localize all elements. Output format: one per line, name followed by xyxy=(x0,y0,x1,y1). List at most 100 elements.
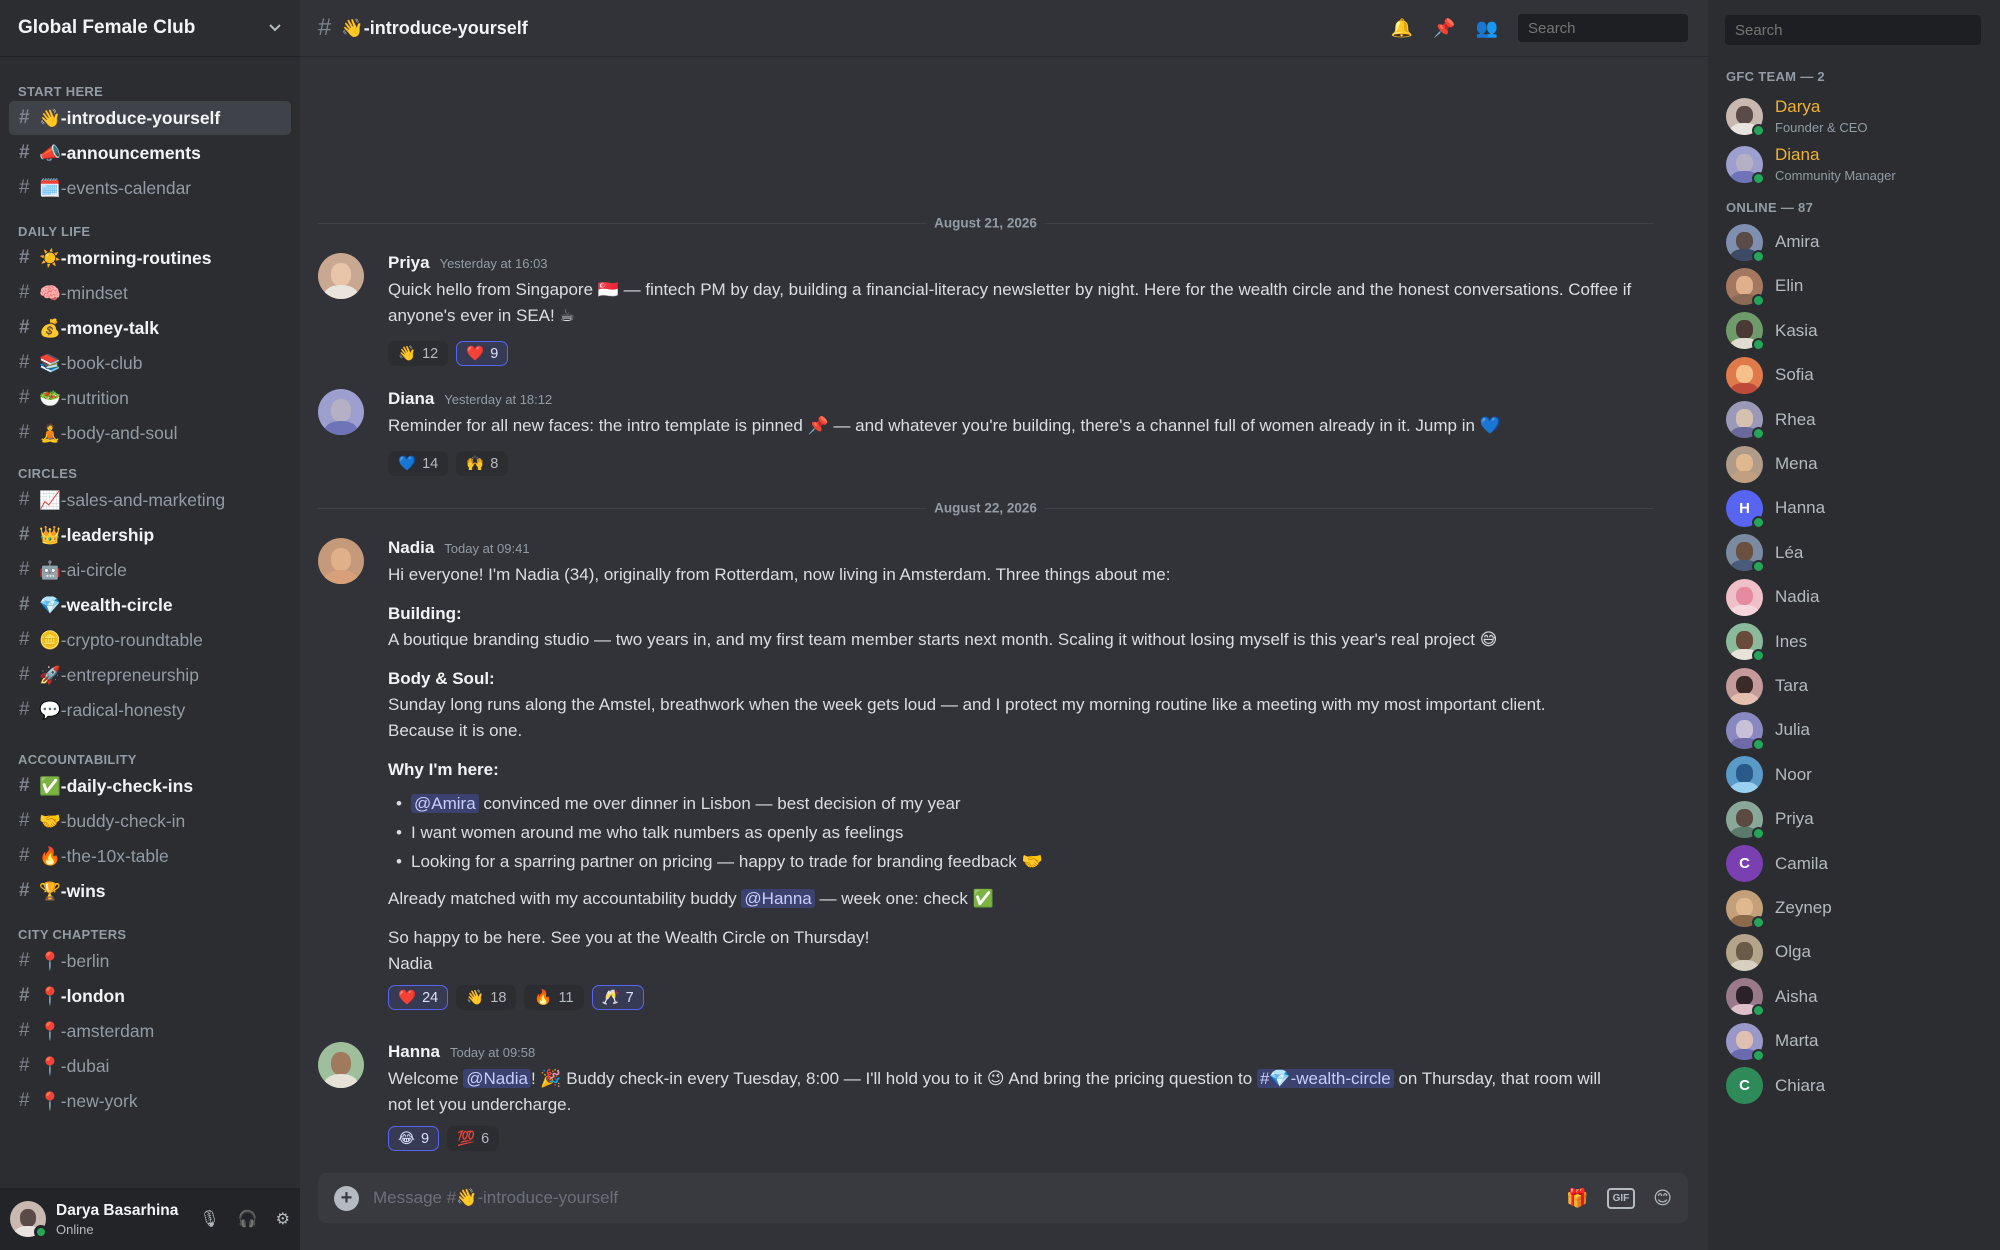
microphone-icon[interactable]: 🎙 xyxy=(199,1209,219,1229)
member-item[interactable]: C Camila xyxy=(1726,844,1828,884)
reaction-button[interactable]: 🥂 7 xyxy=(591,985,644,1010)
message-author[interactable]: Hanna xyxy=(388,1042,440,1062)
channel-item[interactable]: # 🧘-body-and-soul xyxy=(9,416,291,450)
channel-item[interactable]: # 🚀-entrepreneurship xyxy=(9,658,291,692)
channel-item[interactable]: # 👋-introduce-yourself xyxy=(9,101,291,135)
channel-item[interactable]: # 👑-leadership xyxy=(9,518,291,552)
avatar[interactable] xyxy=(1726,267,1765,307)
member-item[interactable]: Diana Community Manager xyxy=(1726,141,1896,187)
avatar[interactable] xyxy=(1726,445,1763,483)
gif-icon[interactable]: GIF xyxy=(1606,1187,1636,1209)
reaction-button[interactable]: 🔥 11 xyxy=(524,985,584,1010)
category-label[interactable]: CIRCLES xyxy=(18,466,77,481)
channel-mention[interactable]: #💎-wealth-circle xyxy=(1256,1069,1394,1088)
channel-item[interactable]: # 📍-berlin xyxy=(9,944,291,978)
member-item[interactable]: Sofia xyxy=(1726,355,1814,395)
member-item[interactable]: Rhea xyxy=(1726,400,1816,441)
avatar[interactable]: C xyxy=(1726,1067,1763,1105)
user-mention[interactable]: @Amira xyxy=(411,794,479,813)
avatar[interactable] xyxy=(1726,356,1763,394)
avatar[interactable] xyxy=(318,389,364,435)
channel-item[interactable]: # 💬-radical-honesty xyxy=(9,693,291,727)
channel-item[interactable]: # 🧠-mindset xyxy=(9,276,291,310)
reaction-button[interactable]: 😂 9 xyxy=(388,1126,440,1151)
avatar[interactable] xyxy=(1726,145,1765,185)
member-item[interactable]: Priya xyxy=(1726,799,1814,840)
member-item[interactable]: Darya Founder & CEO xyxy=(1726,93,1868,139)
reaction-button[interactable]: 💯 6 xyxy=(447,1126,500,1151)
member-item[interactable]: Ines xyxy=(1726,622,1807,663)
reaction-button[interactable]: ❤️ 24 xyxy=(388,985,449,1010)
avatar[interactable] xyxy=(318,538,364,584)
message-author[interactable]: Priya xyxy=(388,253,430,273)
channel-item[interactable]: # 🥗-nutrition xyxy=(9,381,291,415)
channel-item[interactable]: # 📣-announcements xyxy=(9,136,291,170)
search-input[interactable] xyxy=(1518,14,1688,42)
member-item[interactable]: Marta xyxy=(1726,1021,1818,1062)
member-item[interactable]: Noor xyxy=(1726,755,1812,795)
avatar[interactable] xyxy=(1726,312,1765,352)
avatar[interactable] xyxy=(1726,933,1763,971)
gear-icon[interactable]: ⚙ xyxy=(276,1209,290,1229)
member-item[interactable]: C Chiara xyxy=(1726,1066,1825,1106)
avatar[interactable] xyxy=(1726,889,1765,929)
message-input[interactable] xyxy=(373,1188,1549,1208)
avatar[interactable]: C xyxy=(1726,845,1763,883)
reaction-button[interactable]: 👋 18 xyxy=(456,985,517,1010)
avatar[interactable] xyxy=(10,1201,48,1239)
member-item[interactable]: Aisha xyxy=(1726,977,1818,1018)
user-mention[interactable]: @Nadia xyxy=(463,1069,531,1088)
avatar[interactable] xyxy=(318,1042,364,1088)
member-item[interactable]: Amira xyxy=(1726,222,1819,263)
member-item[interactable]: Olga xyxy=(1726,932,1811,972)
channel-item[interactable]: # 🏆-wins xyxy=(9,874,291,908)
member-item[interactable]: Nadia xyxy=(1726,577,1819,617)
reaction-button[interactable]: 🙌 8 xyxy=(456,451,509,476)
member-item[interactable]: Kasia xyxy=(1726,311,1818,352)
gift-icon[interactable]: 🎁 xyxy=(1566,1188,1588,1209)
emoji-icon[interactable]: 😊 xyxy=(1653,1188,1672,1209)
avatar[interactable] xyxy=(1726,97,1765,137)
channel-item[interactable]: # 🤝-buddy-check-in xyxy=(9,804,291,838)
avatar[interactable] xyxy=(318,253,364,299)
avatar[interactable] xyxy=(1726,978,1765,1018)
member-item[interactable]: Julia xyxy=(1726,710,1810,751)
channel-item[interactable]: # ✅-daily-check-ins xyxy=(9,769,291,803)
channel-item[interactable]: # 🤖-ai-circle xyxy=(9,553,291,587)
category-label[interactable]: ACCOUNTABILITY xyxy=(18,752,137,767)
channel-item[interactable]: # 💰-money-talk xyxy=(9,311,291,345)
member-item[interactable]: Tara xyxy=(1726,666,1808,706)
channel-item[interactable]: # 💎-wealth-circle xyxy=(9,588,291,622)
category-label[interactable]: DAILY LIFE xyxy=(18,224,90,239)
avatar[interactable] xyxy=(1726,223,1765,263)
reaction-button[interactable]: ❤️ 9 xyxy=(456,341,509,366)
message-author[interactable]: Diana xyxy=(388,389,434,409)
server-header[interactable]: Global Female Club xyxy=(0,0,300,57)
member-item[interactable]: Zeynep xyxy=(1726,888,1832,929)
avatar[interactable] xyxy=(1726,578,1763,616)
avatar[interactable] xyxy=(1726,756,1763,794)
channel-item[interactable]: # 📍-new-york xyxy=(9,1084,291,1118)
member-item[interactable]: Léa xyxy=(1726,533,1803,574)
channel-item[interactable]: # 📍-amsterdam xyxy=(9,1014,291,1048)
avatar[interactable] xyxy=(1726,800,1765,840)
user-mention[interactable]: @Hanna xyxy=(741,889,815,908)
avatar[interactable] xyxy=(1726,623,1765,663)
member-item[interactable]: Elin xyxy=(1726,266,1803,307)
message-author[interactable]: Nadia xyxy=(388,538,434,558)
avatar[interactable]: H xyxy=(1726,489,1765,529)
category-label[interactable]: CITY CHAPTERS xyxy=(18,927,126,942)
reaction-button[interactable]: 👋 12 xyxy=(388,341,449,366)
avatar[interactable] xyxy=(1726,401,1765,441)
channel-item[interactable]: # 📚-book-club xyxy=(9,346,291,380)
add-attachment-icon[interactable]: + xyxy=(334,1185,359,1211)
channel-item[interactable]: # 📍-dubai xyxy=(9,1049,291,1083)
channel-item[interactable]: # 🪙-crypto-roundtable xyxy=(9,623,291,657)
chevron-down-icon[interactable] xyxy=(268,20,282,36)
headphones-icon[interactable]: 🎧 xyxy=(238,1209,258,1229)
channel-item[interactable]: # 📍-london xyxy=(9,979,291,1013)
bell-icon[interactable]: 🔔 xyxy=(1391,18,1413,39)
category-label[interactable]: START HERE xyxy=(18,84,103,99)
channel-item[interactable]: # 📈-sales-and-marketing xyxy=(9,483,291,517)
avatar[interactable] xyxy=(1726,711,1765,751)
